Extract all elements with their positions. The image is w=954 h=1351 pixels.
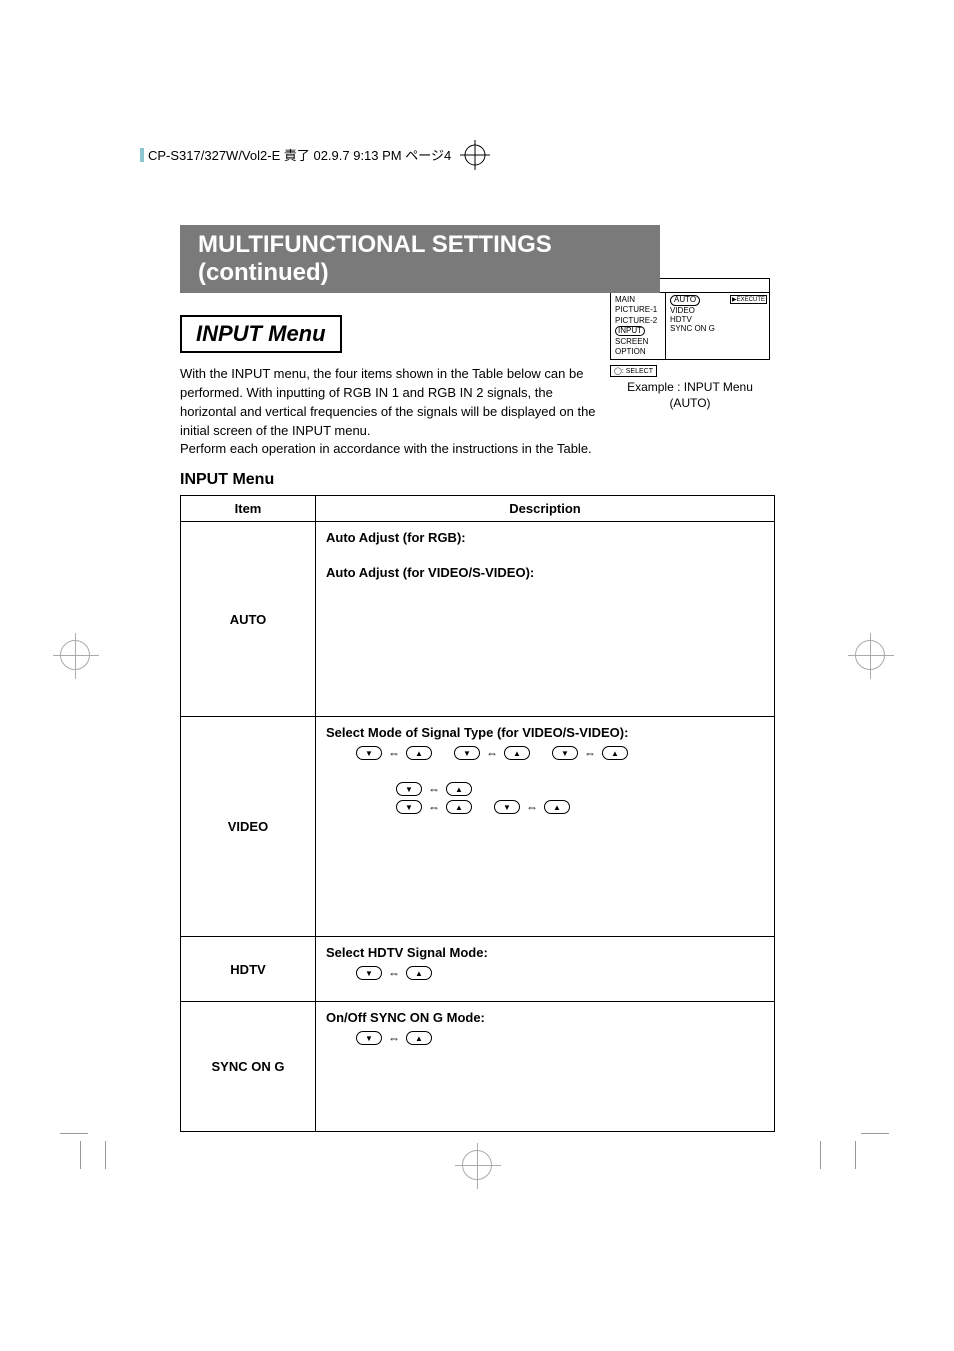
down-button-icon: ▼ bbox=[552, 746, 578, 760]
item-video: VIDEO bbox=[181, 717, 316, 937]
cyan-marker bbox=[140, 148, 144, 162]
hdtv-mode-options: ▼⇔▲ bbox=[356, 966, 764, 980]
desc-auto: Auto Adjust (for RGB): Auto Adjust (for … bbox=[316, 522, 775, 717]
section-title: INPUT Menu bbox=[180, 315, 342, 353]
item-syncong: SYNC ON G bbox=[181, 1002, 316, 1132]
up-button-icon: ▲ bbox=[446, 782, 472, 796]
down-button-icon: ▼ bbox=[494, 800, 520, 814]
down-button-icon: ▼ bbox=[356, 1031, 382, 1045]
input-menu-table: Item Description AUTO Auto Adjust (for R… bbox=[180, 495, 775, 1132]
up-button-icon: ▲ bbox=[406, 746, 432, 760]
intro-paragraph: With the INPUT menu, the four items show… bbox=[180, 365, 600, 459]
page-title: MULTIFUNCTIONAL SETTINGS (continued) bbox=[180, 225, 660, 293]
registration-mark-top bbox=[460, 140, 490, 170]
registration-mark-left bbox=[60, 640, 90, 670]
up-button-icon: ▲ bbox=[602, 746, 628, 760]
registration-mark-right bbox=[855, 640, 885, 670]
crop-mark bbox=[105, 1125, 145, 1165]
doc-id-text: CP-S317/327W/Vol2-E 責了 02.9.7 9:13 PM ペー… bbox=[148, 145, 451, 164]
table-header-row: Item Description bbox=[181, 496, 775, 522]
item-auto: AUTO bbox=[181, 522, 316, 717]
table-row-video: VIDEO Select Mode of Signal Type (for VI… bbox=[181, 717, 775, 937]
up-button-icon: ▲ bbox=[406, 1031, 432, 1045]
desc-syncong: On/Off SYNC ON G Mode: ▼⇔▲ bbox=[316, 1002, 775, 1132]
crop-mark bbox=[810, 1125, 850, 1165]
syncong-mode-options: ▼⇔▲ bbox=[356, 1031, 764, 1045]
header-item: Item bbox=[181, 496, 316, 522]
video-mode-options-2: ▼⇔▲ ▼⇔▲ bbox=[356, 800, 764, 814]
up-button-icon: ▲ bbox=[446, 800, 472, 814]
down-button-icon: ▼ bbox=[454, 746, 480, 760]
registration-mark-bottom bbox=[462, 1150, 492, 1180]
table-row-auto: AUTO Auto Adjust (for RGB): Auto Adjust … bbox=[181, 522, 775, 717]
print-header: CP-S317/327W/Vol2-E 責了 02.9.7 9:13 PM ペー… bbox=[140, 145, 451, 164]
up-button-icon: ▲ bbox=[504, 746, 530, 760]
header-desc: Description bbox=[316, 496, 775, 522]
table-row-hdtv: HDTV Select HDTV Signal Mode: ▼⇔▲ bbox=[181, 937, 775, 1002]
crop-mark bbox=[60, 1125, 100, 1165]
down-button-icon: ▼ bbox=[396, 800, 422, 814]
desc-hdtv: Select HDTV Signal Mode: ▼⇔▲ bbox=[316, 937, 775, 1002]
crop-mark bbox=[855, 1125, 895, 1165]
up-button-icon: ▲ bbox=[544, 800, 570, 814]
down-button-icon: ▼ bbox=[396, 782, 422, 796]
table-heading: INPUT Menu bbox=[180, 471, 775, 489]
down-button-icon: ▼ bbox=[356, 746, 382, 760]
up-button-icon: ▲ bbox=[406, 966, 432, 980]
table-row-syncong: SYNC ON G On/Off SYNC ON G Mode: ▼⇔▲ bbox=[181, 1002, 775, 1132]
desc-video: Select Mode of Signal Type (for VIDEO/S-… bbox=[316, 717, 775, 937]
down-button-icon: ▼ bbox=[356, 966, 382, 980]
item-hdtv: HDTV bbox=[181, 937, 316, 1002]
video-mode-options: ▼⇔▲ ▼⇔▲ ▼⇔▲ ▼⇔▲ bbox=[356, 746, 764, 796]
